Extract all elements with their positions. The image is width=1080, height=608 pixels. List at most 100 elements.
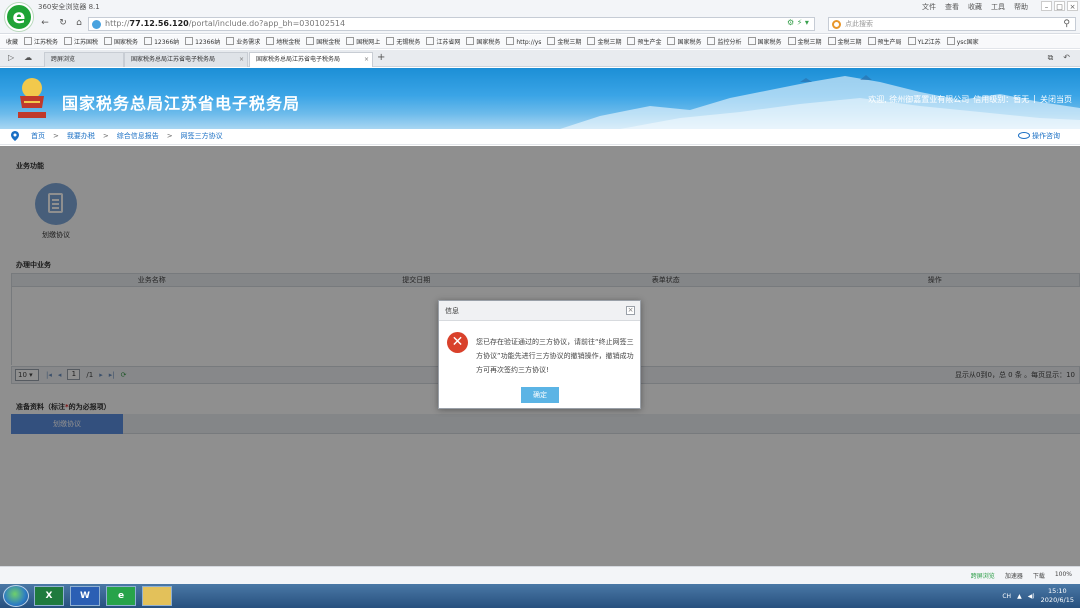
bookmark-item[interactable]: 国家税务 — [466, 37, 500, 46]
undo-icon[interactable]: ↶ — [1063, 53, 1070, 63]
bookmark-item[interactable]: 收藏 — [6, 37, 18, 46]
system-tray: CH ▲ ◀) 15:10 2020/6/15 — [1002, 587, 1074, 605]
menu-file[interactable]: 文件 — [922, 2, 936, 12]
search-icon[interactable]: ⚲ — [1063, 18, 1070, 30]
new-tab-button[interactable]: + — [377, 52, 385, 63]
search-input[interactable]: 点此搜索 ⚲ — [828, 17, 1076, 31]
bookmark-item[interactable]: 12366纳 — [144, 37, 179, 46]
breadcrumb-items: 首页 > 我要办税 > 综合信息报告 > 网签三方协议 — [31, 129, 223, 144]
bookmark-item[interactable]: 金税三期 — [547, 37, 581, 46]
breadcrumb-home[interactable]: 首页 — [31, 129, 45, 144]
tabs-right-tools: ⧉ ↶ — [1048, 53, 1070, 63]
volume-icon[interactable]: ◀) — [1028, 593, 1035, 600]
globe-icon — [92, 20, 101, 29]
folder-icon[interactable] — [142, 586, 172, 606]
bookmark-item[interactable]: 金税三期 — [587, 37, 621, 46]
dialog-close-icon[interactable]: × — [626, 306, 635, 315]
url-input[interactable]: http://77.12.56.120/portal/include.do?ap… — [88, 17, 815, 31]
breadcrumb-agreement[interactable]: 网签三方协议 — [181, 129, 223, 144]
excel-icon[interactable]: X — [34, 586, 64, 606]
restore-tabs-icon[interactable]: ⧉ — [1048, 53, 1054, 63]
refresh-icon[interactable]: ↻ — [56, 17, 70, 30]
info-dialog: 信息 × ✕ 您已存在验证通过的三方协议，请前往“终止网签三方协议”功能先进行三… — [438, 300, 641, 409]
bookmark-item[interactable]: 国家税务 — [748, 37, 782, 46]
menu-favorites[interactable]: 收藏 — [968, 2, 982, 12]
bookmark-item[interactable]: 预生产金 — [627, 37, 661, 46]
site-title: 国家税务总局江苏省电子税务局 — [62, 94, 301, 113]
header-user-info: 欢迎, 徐州御嘉置业有限公司 信用级别：暂无 | 关闭当页 — [868, 94, 1072, 105]
tab-close-icon[interactable]: × — [364, 53, 369, 66]
home-icon[interactable]: ⌂ — [72, 17, 86, 30]
dialog-message: 您已存在验证通过的三方协议，请前往“终止网签三方协议”功能先进行三方协议的撤销操… — [476, 338, 634, 374]
sidebar-toggle-icon[interactable]: ▷ — [8, 53, 14, 62]
error-icon: ✕ — [447, 332, 468, 353]
bookmark-item[interactable]: http://ys — [506, 37, 541, 46]
bookmark-item[interactable]: YLZ江苏 — [908, 37, 941, 46]
clock[interactable]: 15:10 2020/6/15 — [1041, 587, 1074, 605]
bookmarks-bar: 收藏 江苏税务 江苏国税 国家税务 12366纳 12366纳 业务需求 地税金… — [0, 35, 1080, 49]
status-download[interactable]: 下载 — [1033, 571, 1045, 580]
tab-cross-screen[interactable]: 跨屏浏览 — [44, 52, 124, 67]
browser-title: 360安全浏览器 8.1 — [38, 3, 100, 11]
search-engine-icon — [832, 20, 841, 29]
close-page-link[interactable]: 关闭当页 — [1040, 94, 1072, 105]
address-bar: ← ↻ ⌂ http://77.12.56.120/portal/include… — [0, 14, 1080, 34]
bookmark-item[interactable]: 业务需求 — [226, 37, 260, 46]
bookmark-item[interactable]: 江苏国税 — [64, 37, 98, 46]
bookmark-item[interactable]: 金税三期 — [828, 37, 862, 46]
window-controls: – □ × — [1041, 1, 1078, 11]
bookmark-item[interactable]: 无锡税务 — [386, 37, 420, 46]
bookmark-item[interactable]: 江苏省网 — [426, 37, 460, 46]
bookmark-item[interactable]: ysc国家 — [947, 37, 979, 46]
bookmark-item[interactable]: 12366纳 — [185, 37, 220, 46]
word-icon[interactable]: W — [70, 586, 100, 606]
bookmark-item[interactable]: 国家税务 — [667, 37, 701, 46]
location-pin-icon — [11, 131, 19, 141]
dialog-ok-button[interactable]: 确定 — [521, 387, 559, 403]
start-button-icon[interactable] — [3, 585, 29, 607]
bookmark-item[interactable]: 江苏税务 — [24, 37, 58, 46]
close-icon[interactable]: × — [1067, 1, 1078, 11]
tabs-bar: ▷ ☁ 跨屏浏览 国家税务总局江苏省电子税务局 × 国家税务总局江苏省电子税务局… — [0, 50, 1080, 67]
chat-icon — [1018, 132, 1030, 139]
browser-logo-icon[interactable]: e — [5, 3, 33, 31]
network-icon[interactable]: ▲ — [1017, 593, 1022, 600]
maximize-icon[interactable]: □ — [1054, 1, 1065, 11]
tab-tax-bureau-2[interactable]: 国家税务总局江苏省电子税务局 × — [249, 52, 373, 67]
tax-emblem-icon — [18, 78, 46, 118]
menu-help[interactable]: 帮助 — [1014, 2, 1028, 12]
breadcrumb-info-report[interactable]: 综合信息报告 — [117, 129, 159, 144]
menu-tools[interactable]: 工具 — [991, 2, 1005, 12]
welcome-text: 欢迎, 徐州御嘉置业有限公司 — [868, 95, 970, 104]
dialog-title: 信息 — [445, 307, 459, 315]
browser-menu: 文件 查看 收藏 工具 帮助 — [922, 2, 1028, 12]
dialog-header: 信息 × — [439, 301, 640, 321]
status-accelerator[interactable]: 加速器 — [1005, 571, 1023, 580]
bookmark-item[interactable]: 国家税务 — [104, 37, 138, 46]
bookmark-item[interactable]: 地税金税 — [266, 37, 300, 46]
bookmark-item[interactable]: 国税网上 — [346, 37, 380, 46]
status-zoom[interactable]: 100% — [1055, 571, 1072, 580]
status-items: 跨屏浏览 加速器 下载 100% — [971, 571, 1072, 580]
cloud-icon[interactable]: ☁ — [24, 53, 32, 62]
taskbar: X W e CH ▲ ◀) 15:10 2020/6/15 — [0, 584, 1080, 608]
bookmark-item[interactable]: 国税金税 — [306, 37, 340, 46]
status-cross-screen[interactable]: 跨屏浏览 — [971, 571, 995, 580]
help-link[interactable]: 操作咨询 — [1018, 129, 1060, 144]
site-header: 国家税务总局江苏省电子税务局 欢迎, 徐州御嘉置业有限公司 信用级别：暂无 | … — [0, 68, 1080, 129]
browser-title-bar: e 360安全浏览器 8.1 文件 查看 收藏 工具 帮助 – □ × — [0, 0, 1080, 31]
browser-taskbar-icon[interactable]: e — [106, 586, 136, 606]
minimize-icon[interactable]: – — [1041, 1, 1052, 11]
menu-view[interactable]: 查看 — [945, 2, 959, 12]
breadcrumb-tax[interactable]: 我要办税 — [67, 129, 95, 144]
tab-tax-bureau-1[interactable]: 国家税务总局江苏省电子税务局 × — [124, 52, 248, 67]
browser-status-bar: 跨屏浏览 加速器 下载 100% — [0, 566, 1080, 584]
bookmark-item[interactable]: 金税三期 — [788, 37, 822, 46]
bookmark-item[interactable]: 监控分析 — [707, 37, 741, 46]
breadcrumb: 首页 > 我要办税 > 综合信息报告 > 网签三方协议 操作咨询 — [0, 129, 1080, 145]
tab-close-icon[interactable]: × — [239, 53, 244, 66]
ime-indicator[interactable]: CH — [1002, 593, 1011, 600]
lightning-icon[interactable]: ⚙ ⚡ ▾ — [787, 18, 809, 27]
back-arrow-icon[interactable]: ← — [38, 17, 52, 30]
bookmark-item[interactable]: 预生产局 — [868, 37, 902, 46]
